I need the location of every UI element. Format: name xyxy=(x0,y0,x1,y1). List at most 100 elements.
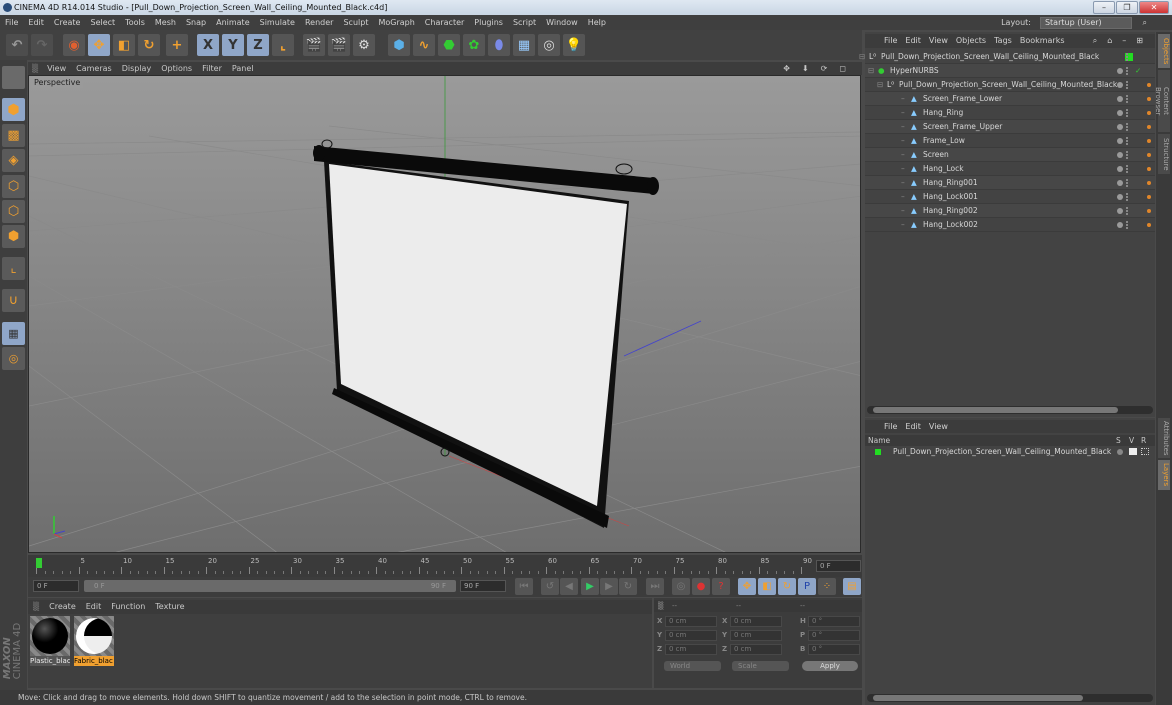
visibility-toggle[interactable] xyxy=(1126,109,1130,117)
viewport-menu-panel[interactable]: Panel xyxy=(227,62,259,75)
visibility-toggle[interactable] xyxy=(1126,67,1130,75)
material-tag-icon[interactable] xyxy=(1147,181,1151,185)
minimize-panel-icon[interactable]: – xyxy=(1118,34,1132,48)
coord-value-field[interactable]: 0 ° xyxy=(808,616,860,627)
cube-icon[interactable]: ⬢ xyxy=(388,34,410,56)
tab-structure[interactable]: Structure xyxy=(1158,134,1170,174)
rotate-view-icon[interactable]: ⟳ xyxy=(816,62,835,75)
coordinate-system-icon[interactable]: ⌞ xyxy=(272,34,294,56)
layer-dot[interactable] xyxy=(1117,166,1123,172)
layer-horizontal-scrollbar[interactable] xyxy=(867,694,1153,702)
object-menu-objects[interactable]: Objects xyxy=(952,34,990,48)
material-tag-icon[interactable] xyxy=(1147,223,1151,227)
tree-expander-icon[interactable]: ⊟ xyxy=(859,50,865,64)
layer-dot[interactable] xyxy=(1117,124,1123,130)
material-menu-create[interactable]: Create xyxy=(44,600,81,614)
object-row[interactable]: – ▲ Hang_Ring xyxy=(865,106,1155,120)
tab-attributes[interactable]: Attributes xyxy=(1158,418,1170,458)
panel-grip-icon[interactable]: ▒ xyxy=(28,62,42,75)
apply-button[interactable]: Apply xyxy=(802,661,858,671)
previous-key-icon[interactable]: ↺ xyxy=(541,578,559,595)
snap-icon[interactable]: ◎ xyxy=(2,347,25,370)
visibility-toggle[interactable] xyxy=(1126,123,1130,131)
menu-plugins[interactable]: Plugins xyxy=(469,15,508,30)
layer-color-swatch[interactable] xyxy=(875,449,881,455)
coord-value-field[interactable]: 0 cm xyxy=(665,616,717,627)
rotate-icon[interactable]: ↻ xyxy=(138,34,160,56)
visibility-toggle[interactable] xyxy=(1126,53,1130,61)
tree-expander-icon[interactable]: – xyxy=(901,134,905,148)
tree-expander-icon[interactable]: – xyxy=(901,176,905,190)
transform-mode-dropdown[interactable]: Scale xyxy=(732,661,789,671)
tree-expander-icon[interactable]: – xyxy=(901,204,905,218)
maximize-view-icon[interactable]: ◻ xyxy=(834,62,853,75)
minimize-button[interactable]: – xyxy=(1093,1,1115,14)
workplane-icon[interactable]: ◈ xyxy=(2,149,25,172)
layout-dropdown[interactable]: Startup (User) xyxy=(1039,17,1132,29)
viewport-menu-view[interactable]: View xyxy=(42,62,71,75)
menu-snap[interactable]: Snap xyxy=(181,15,211,30)
render-picture-viewer-icon[interactable]: 🎬 xyxy=(328,34,350,56)
visibility-toggle[interactable] xyxy=(1126,81,1130,89)
record-active-icon[interactable]: ● xyxy=(692,578,710,595)
layer-dot[interactable] xyxy=(1117,110,1123,116)
material-swatch[interactable]: Plastic_blac xyxy=(30,616,70,666)
layer-dot[interactable] xyxy=(1117,96,1123,102)
layer-dot[interactable] xyxy=(1117,180,1123,186)
coord-value-field[interactable]: 0 cm xyxy=(730,616,782,627)
material-menu-texture[interactable]: Texture xyxy=(150,600,189,614)
layer-menu-edit[interactable]: Edit xyxy=(901,420,925,433)
object-menu-edit[interactable]: Edit xyxy=(901,34,925,48)
timeline-icon[interactable]: ▤ xyxy=(843,578,861,595)
menu-render[interactable]: Render xyxy=(300,15,338,30)
home-icon[interactable]: ⌂ xyxy=(1103,34,1118,48)
maximize-button[interactable]: ❐ xyxy=(1116,1,1138,14)
points-mode-icon[interactable]: ⬡ xyxy=(2,175,25,198)
menu-simulate[interactable]: Simulate xyxy=(255,15,300,30)
scrollbar-thumb[interactable] xyxy=(873,695,1083,701)
playhead[interactable] xyxy=(36,558,42,568)
material-swatch[interactable]: Fabric_blac xyxy=(74,616,114,666)
panel-grip-icon[interactable]: ▒ xyxy=(658,600,663,612)
material-tag-icon[interactable] xyxy=(1147,153,1151,157)
layer-dot[interactable] xyxy=(1117,208,1123,214)
coord-value-field[interactable]: 0 cm xyxy=(665,644,717,655)
object-row[interactable]: ⊟ L⁰ Pull_Down_Projection_Screen_Wall_Ceil… xyxy=(865,78,1155,92)
object-menu-tags[interactable]: Tags xyxy=(990,34,1016,48)
coordinate-mode-dropdown[interactable]: World xyxy=(664,661,721,671)
polygons-mode-icon[interactable]: ⬢ xyxy=(2,225,25,248)
visibility-toggle[interactable] xyxy=(1126,179,1130,187)
add-object-icon[interactable]: + xyxy=(166,34,188,56)
texture-mode-icon[interactable]: ▩ xyxy=(2,124,25,147)
menu-sculpt[interactable]: Sculpt xyxy=(338,15,373,30)
x-axis-icon[interactable]: X xyxy=(197,34,219,56)
viewport-menu-filter[interactable]: Filter xyxy=(197,62,227,75)
object-menu-bookmarks[interactable]: Bookmarks xyxy=(1016,34,1069,48)
visibility-toggle[interactable] xyxy=(1126,151,1130,159)
layer-menu-file[interactable]: File xyxy=(880,420,901,433)
visibility-toggle[interactable] xyxy=(1126,165,1130,173)
menu-help[interactable]: Help xyxy=(583,15,611,30)
visibility-toggle[interactable] xyxy=(1126,95,1130,103)
scale-icon[interactable]: ◧ xyxy=(113,34,135,56)
solo-toggle[interactable] xyxy=(1117,449,1123,455)
layer-dot[interactable] xyxy=(1117,138,1123,144)
tree-expander-icon[interactable]: – xyxy=(901,92,905,106)
material-tag-icon[interactable] xyxy=(1147,111,1151,115)
material-tag-icon[interactable] xyxy=(1147,125,1151,129)
frame-range-slider[interactable]: 0 F 90 F xyxy=(84,580,456,592)
viewport-menu-cameras[interactable]: Cameras xyxy=(71,62,117,75)
motion-record-icon[interactable]: ◎ xyxy=(672,578,690,595)
current-frame-field[interactable]: 0 F xyxy=(816,560,861,572)
key-rotation-icon[interactable]: ↻ xyxy=(778,578,796,595)
layer-dot[interactable] xyxy=(1117,82,1123,88)
floor-icon[interactable]: ▦ xyxy=(513,34,535,56)
new-panel-icon[interactable]: ⊞ xyxy=(1132,34,1149,48)
menu-script[interactable]: Script xyxy=(508,15,541,30)
menu-edit[interactable]: Edit xyxy=(23,15,49,30)
viewport-menu-display[interactable]: Display xyxy=(117,62,157,75)
timeline-ruler[interactable]: 051015202530354045505560657075808590 0 F xyxy=(28,555,862,577)
move-view-icon[interactable]: ✥ xyxy=(778,62,797,75)
visibility-toggle[interactable] xyxy=(1126,193,1130,201)
axis-mode-icon[interactable]: ⌞ xyxy=(2,257,25,280)
